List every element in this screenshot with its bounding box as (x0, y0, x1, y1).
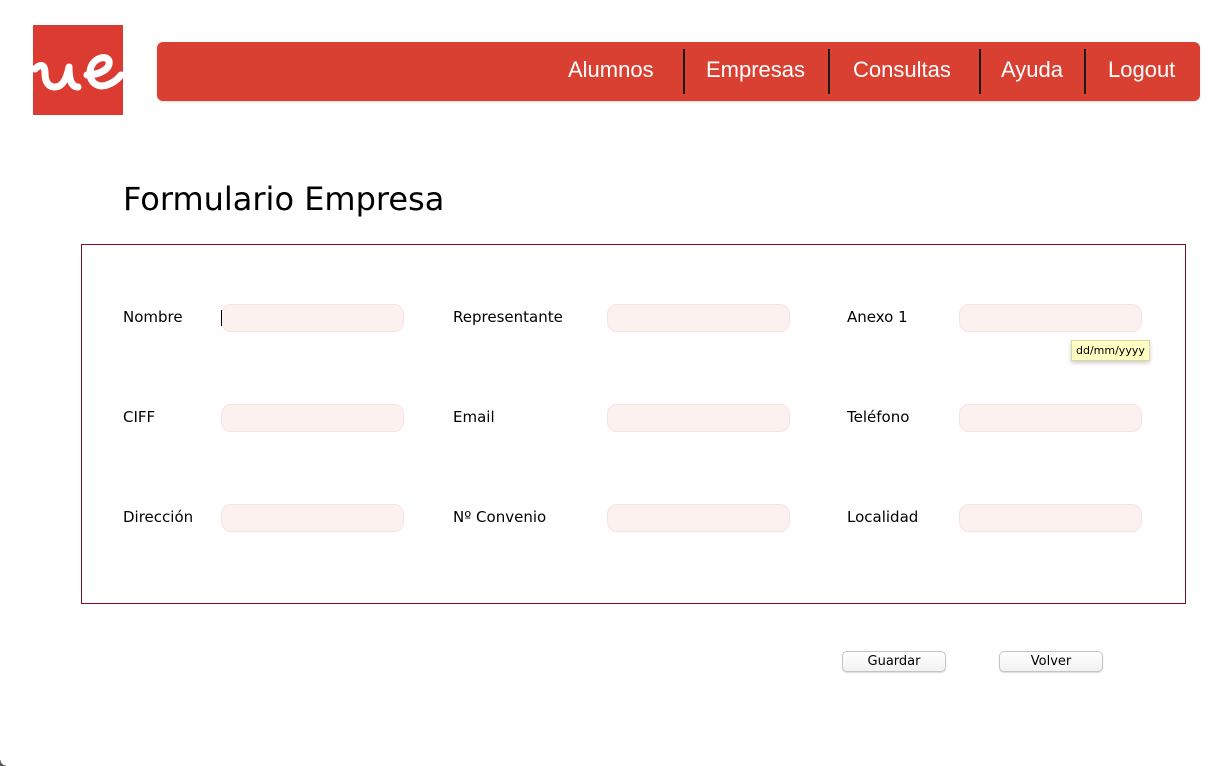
telefono-input[interactable] (959, 404, 1142, 432)
email-label: Email (453, 408, 495, 426)
save-button[interactable]: Guardar (842, 651, 946, 672)
direccion-input[interactable] (221, 504, 404, 532)
anexo1-label: Anexo 1 (847, 308, 908, 326)
ciff-input[interactable] (221, 404, 404, 432)
page-title: Formulario Empresa (123, 180, 445, 218)
text-caret (221, 310, 222, 326)
ue-logo[interactable] (33, 25, 123, 115)
date-format-tooltip: dd/mm/yyyy (1071, 340, 1150, 361)
back-button[interactable]: Volver (999, 651, 1103, 672)
localidad-input[interactable] (959, 504, 1142, 532)
nav-item-alumnos[interactable]: Alumnos (568, 42, 654, 101)
nav-item-empresas[interactable]: Empresas (706, 42, 805, 101)
localidad-label: Localidad (847, 508, 919, 526)
representante-label: Representante (453, 308, 563, 326)
ue-logo-mark (33, 54, 123, 91)
nav-separator (683, 49, 685, 94)
representante-input[interactable] (607, 304, 790, 332)
anexo1-date-input[interactable] (959, 304, 1142, 332)
nav-separator (1084, 49, 1086, 94)
main-navbar: Alumnos Empresas Consultas Ayuda Logout (157, 42, 1200, 101)
nombre-label: Nombre (123, 308, 183, 326)
nav-item-logout[interactable]: Logout (1108, 42, 1175, 101)
nav-separator (828, 49, 830, 94)
nav-separator (979, 49, 981, 94)
window-corner (0, 760, 6, 766)
app-window: Alumnos Empresas Consultas Ayuda Logout … (0, 0, 1214, 766)
email-input[interactable] (607, 404, 790, 432)
telefono-label: Teléfono (847, 408, 910, 426)
ciff-label: CIFF (123, 408, 156, 426)
nav-item-consultas[interactable]: Consultas (853, 42, 951, 101)
direccion-label: Dirección (123, 508, 194, 526)
convenio-input[interactable] (607, 504, 790, 532)
nav-item-ayuda[interactable]: Ayuda (1001, 42, 1063, 101)
convenio-label: Nº Convenio (453, 508, 547, 526)
nombre-input[interactable] (221, 304, 404, 332)
